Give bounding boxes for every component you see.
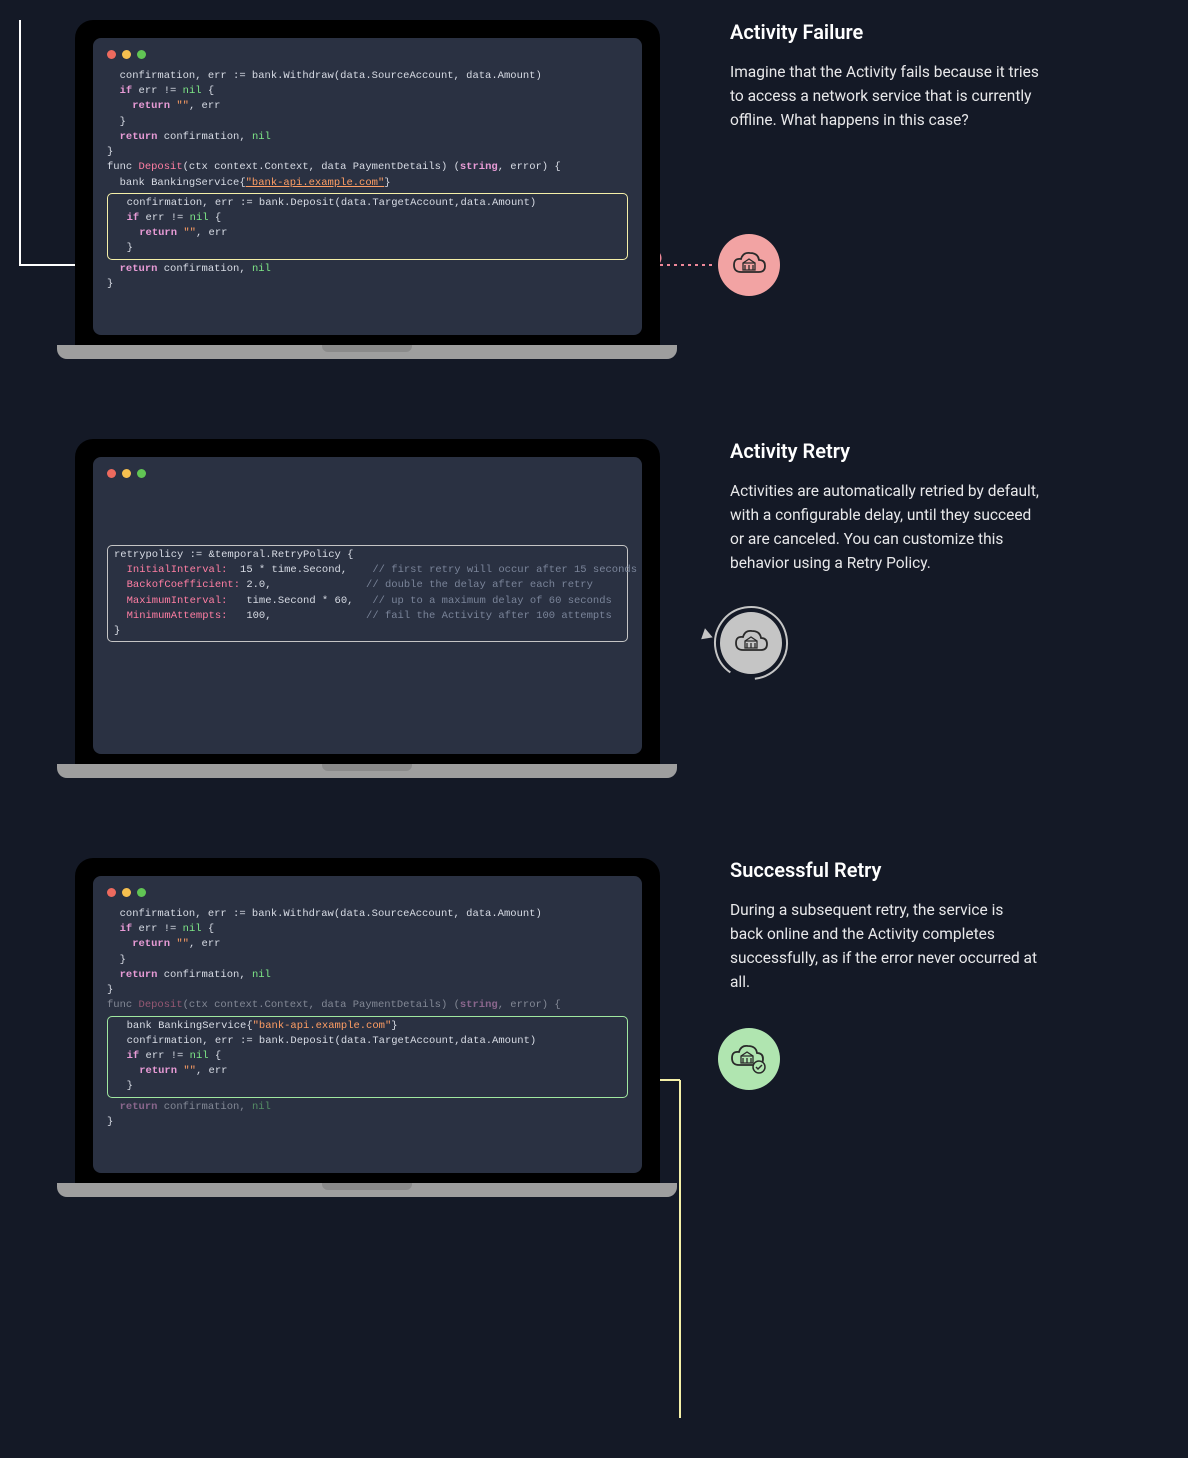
code-line: } <box>114 624 621 639</box>
highlighted-code-block: confirmation, err := bank.Deposit(data.T… <box>107 193 628 260</box>
code-line: if err != nil { <box>114 211 621 226</box>
heading-retry: Activity Retry <box>730 439 1040 463</box>
code-line: InitialInterval: 15 * time.Second, // fi… <box>114 563 621 578</box>
code-line: confirmation, err := bank.Deposit(data.T… <box>114 1034 621 1049</box>
retry-icon <box>712 604 774 666</box>
window-controls <box>107 888 628 897</box>
laptop-base <box>57 345 677 359</box>
bank-cloud-fail-icon <box>718 234 780 296</box>
highlighted-code-block: bank BankingService{"bank-api.example.co… <box>107 1016 628 1098</box>
code-line: retrypolicy := &temporal.RetryPolicy { <box>114 548 621 563</box>
code-line: return confirmation, nil <box>107 1100 628 1115</box>
laptop-base <box>57 764 677 778</box>
maximize-dot-icon <box>137 888 146 897</box>
highlighted-code-block: retrypolicy := &temporal.RetryPolicy { I… <box>107 545 628 642</box>
close-dot-icon <box>107 50 116 59</box>
code-line: return "", err <box>107 937 628 952</box>
minimize-dot-icon <box>122 469 131 478</box>
code-line: return confirmation, nil <box>107 968 628 983</box>
body-retry: Activities are automatically retried by … <box>730 479 1040 575</box>
minimize-dot-icon <box>122 888 131 897</box>
code-line: return "", err <box>107 99 628 114</box>
code-line: } <box>107 983 628 998</box>
code-line: bank BankingService{"bank-api.example.co… <box>107 176 628 191</box>
heading-success: Successful Retry <box>730 858 1040 882</box>
bank-cloud-success-icon <box>718 1028 780 1090</box>
laptop-success: confirmation, err := bank.Withdraw(data.… <box>75 858 660 1197</box>
code-line: MaximumInterval: time.Second * 60, // up… <box>114 594 621 609</box>
laptop-base <box>57 1183 677 1197</box>
code-line: MinimumAttempts: 100, // fail the Activi… <box>114 609 621 624</box>
code-line: } <box>107 115 628 130</box>
code-line: } <box>114 1079 621 1094</box>
code-line: return confirmation, nil <box>107 262 628 277</box>
text-success: Successful Retry During a subsequent ret… <box>730 858 1040 994</box>
code-line: } <box>107 953 628 968</box>
body-failure: Imagine that the Activity fails because … <box>730 60 1040 132</box>
code-line: confirmation, err := bank.Withdraw(data.… <box>107 69 628 84</box>
window-controls <box>107 50 628 59</box>
laptop-failure: confirmation, err := bank.Withdraw(data.… <box>75 20 660 359</box>
code-line: confirmation, err := bank.Deposit(data.T… <box>114 196 621 211</box>
section-successful-retry: confirmation, err := bank.Withdraw(data.… <box>0 858 1188 1197</box>
code-line: return "", err <box>114 1064 621 1079</box>
code-line: confirmation, err := bank.Withdraw(data.… <box>107 907 628 922</box>
text-retry: Activity Retry Activities are automatica… <box>730 439 1040 575</box>
text-failure: Activity Failure Imagine that the Activi… <box>730 20 1040 132</box>
code-line: } <box>114 241 621 256</box>
heading-failure: Activity Failure <box>730 20 1040 44</box>
close-dot-icon <box>107 888 116 897</box>
laptop-retry: retrypolicy := &temporal.RetryPolicy { I… <box>75 439 660 778</box>
code-line: bank BankingService{"bank-api.example.co… <box>114 1019 621 1034</box>
code-line: } <box>107 277 628 292</box>
code-line: return "", err <box>114 226 621 241</box>
code-line: if err != nil { <box>107 922 628 937</box>
section-activity-failure: confirmation, err := bank.Withdraw(data.… <box>0 20 1188 359</box>
maximize-dot-icon <box>137 469 146 478</box>
section-activity-retry: retrypolicy := &temporal.RetryPolicy { I… <box>0 439 1188 778</box>
minimize-dot-icon <box>122 50 131 59</box>
code-editor-failure: confirmation, err := bank.Withdraw(data.… <box>93 38 642 335</box>
code-line: } <box>107 1115 628 1130</box>
code-editor-success: confirmation, err := bank.Withdraw(data.… <box>93 876 642 1173</box>
code-line: return confirmation, nil <box>107 130 628 145</box>
body-success: During a subsequent retry, the service i… <box>730 898 1040 994</box>
window-controls <box>107 469 628 478</box>
maximize-dot-icon <box>137 50 146 59</box>
close-dot-icon <box>107 469 116 478</box>
code-line: func Deposit(ctx context.Context, data P… <box>107 160 628 175</box>
code-line: BackofCoefficient: 2.0, // double the de… <box>114 578 621 593</box>
code-line: func Deposit(ctx context.Context, data P… <box>107 998 628 1013</box>
code-editor-retry: retrypolicy := &temporal.RetryPolicy { I… <box>93 457 642 754</box>
code-line: if err != nil { <box>114 1049 621 1064</box>
code-line: if err != nil { <box>107 84 628 99</box>
code-line: } <box>107 145 628 160</box>
